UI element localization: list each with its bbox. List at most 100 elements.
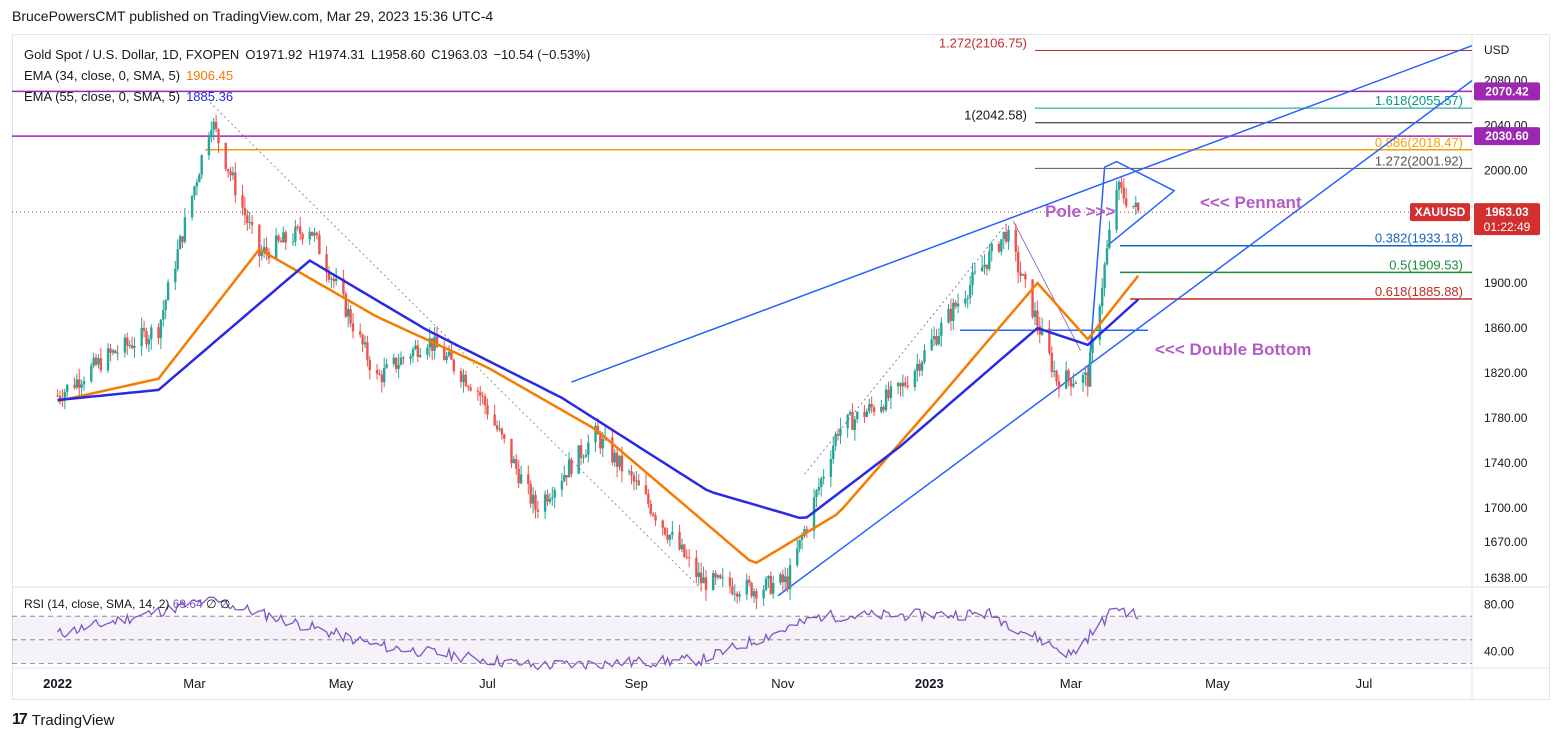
candle-body xyxy=(1021,274,1025,276)
candle-body xyxy=(913,370,917,387)
candle-body xyxy=(889,386,893,398)
tradingview-footer[interactable]: 17 TradingView xyxy=(12,711,114,729)
candle-body xyxy=(346,309,350,317)
candle-body xyxy=(839,428,842,436)
candle-body xyxy=(479,391,482,396)
ema55-label: EMA (55, close, 0, SMA, 5) xyxy=(24,89,181,104)
candle-body xyxy=(486,405,489,415)
candle-body xyxy=(671,531,674,535)
candle-body xyxy=(846,414,849,429)
candle-body xyxy=(752,591,756,597)
candle-body xyxy=(1052,370,1056,372)
candle-body xyxy=(385,363,388,368)
candle-body xyxy=(805,529,809,531)
candle-body xyxy=(997,243,1001,252)
candle-body xyxy=(1108,229,1111,248)
candle-body xyxy=(452,359,456,371)
candle-body xyxy=(500,428,504,435)
candle-body xyxy=(817,487,821,491)
ema34-legend[interactable]: EMA (34, close, 0, SMA, 5) 1906.45 xyxy=(24,65,596,86)
candle-body xyxy=(678,531,681,550)
candle-body xyxy=(363,342,367,345)
candle-body xyxy=(260,252,263,257)
candle-body xyxy=(464,374,468,387)
candle-body xyxy=(157,327,160,339)
candle-body xyxy=(930,339,933,351)
candle-body xyxy=(1033,310,1037,318)
candle-body xyxy=(416,345,420,357)
ema55-legend[interactable]: EMA (55, close, 0, SMA, 5) 1885.36 xyxy=(24,86,596,107)
candle-body xyxy=(584,454,588,458)
candle-body xyxy=(560,481,564,490)
candle-body xyxy=(601,438,604,449)
candle-body xyxy=(176,249,179,269)
candle-body xyxy=(923,350,926,362)
candle-body xyxy=(1088,352,1092,387)
ema34-label: EMA (34, close, 0, SMA, 5) xyxy=(24,68,181,83)
candle-body xyxy=(1117,181,1121,190)
candle-body xyxy=(284,232,287,243)
channel-upper-line xyxy=(571,45,1473,383)
candle-body xyxy=(190,195,194,218)
time-tick-label: 2023 xyxy=(915,676,944,691)
candle-body xyxy=(56,395,59,397)
candle-body xyxy=(73,384,76,388)
price-tick-label: 1700.00 xyxy=(1484,501,1528,515)
symbol-badge-text: XAUUSD xyxy=(1415,205,1466,219)
candle-body xyxy=(1007,229,1010,242)
candle-body xyxy=(78,379,81,388)
ema34-line[interactable] xyxy=(57,247,1140,565)
candle-body xyxy=(450,351,453,360)
candle-body xyxy=(498,428,501,430)
candle-body xyxy=(836,434,840,436)
candle-body xyxy=(531,494,535,504)
candle-body xyxy=(162,310,165,320)
rsi-extra: ∅ ∅ xyxy=(206,597,231,611)
candle-body xyxy=(1050,352,1053,372)
rsi-legend[interactable]: RSI (14, close, SMA, 14, 2) 69.64 ∅ ∅ xyxy=(24,597,230,611)
candle-body xyxy=(234,172,237,196)
candle-body xyxy=(1084,372,1087,376)
candle-body xyxy=(274,235,278,259)
candle-body xyxy=(318,234,321,255)
candle-body xyxy=(361,334,364,345)
candle-body xyxy=(1067,370,1070,380)
fib-label: 1(2042.58) xyxy=(964,108,1027,123)
candle-body xyxy=(291,241,295,243)
fib-label: 1.272(2001.92) xyxy=(1375,153,1463,168)
candle-body xyxy=(231,172,235,176)
candle-body xyxy=(90,365,93,382)
time-tick-label: May xyxy=(329,676,354,691)
candle-body xyxy=(1019,272,1022,276)
candle-body xyxy=(767,576,770,579)
candle-body xyxy=(178,236,182,250)
candle-body xyxy=(918,363,921,371)
candle-body xyxy=(315,232,319,235)
current-price-text: 1963.03 xyxy=(1485,205,1529,219)
candle-body xyxy=(301,233,304,240)
symbol-title[interactable]: Gold Spot / U.S. Dollar, 1D, FXOPEN xyxy=(24,47,239,62)
time-tick-label: Mar xyxy=(1060,676,1083,691)
high-value: 1974.31 xyxy=(317,47,365,62)
candle-body xyxy=(296,226,299,228)
candle-body xyxy=(762,589,765,599)
candle-body xyxy=(445,355,448,361)
candle-body xyxy=(1069,379,1073,387)
price-chart[interactable]: USD2080.002040.002000.001900.001860.0018… xyxy=(0,0,1562,743)
candle-body xyxy=(512,459,516,464)
candle-body xyxy=(195,182,199,187)
candle-body xyxy=(409,356,412,359)
candle-body xyxy=(798,539,801,549)
candle-body xyxy=(964,298,967,304)
candle-body xyxy=(166,282,170,301)
candle-body xyxy=(1024,274,1027,280)
rsi-label: RSI (14, close, SMA, 14, 2) xyxy=(24,597,170,611)
candle-body xyxy=(702,577,705,584)
candle-body xyxy=(109,348,112,353)
candle-body xyxy=(212,121,215,130)
change-value: −10.54 (−0.53%) xyxy=(493,47,591,62)
candle-body xyxy=(834,434,837,446)
candle-body xyxy=(851,412,854,431)
candle-body xyxy=(711,573,715,591)
candle-body xyxy=(515,459,518,469)
